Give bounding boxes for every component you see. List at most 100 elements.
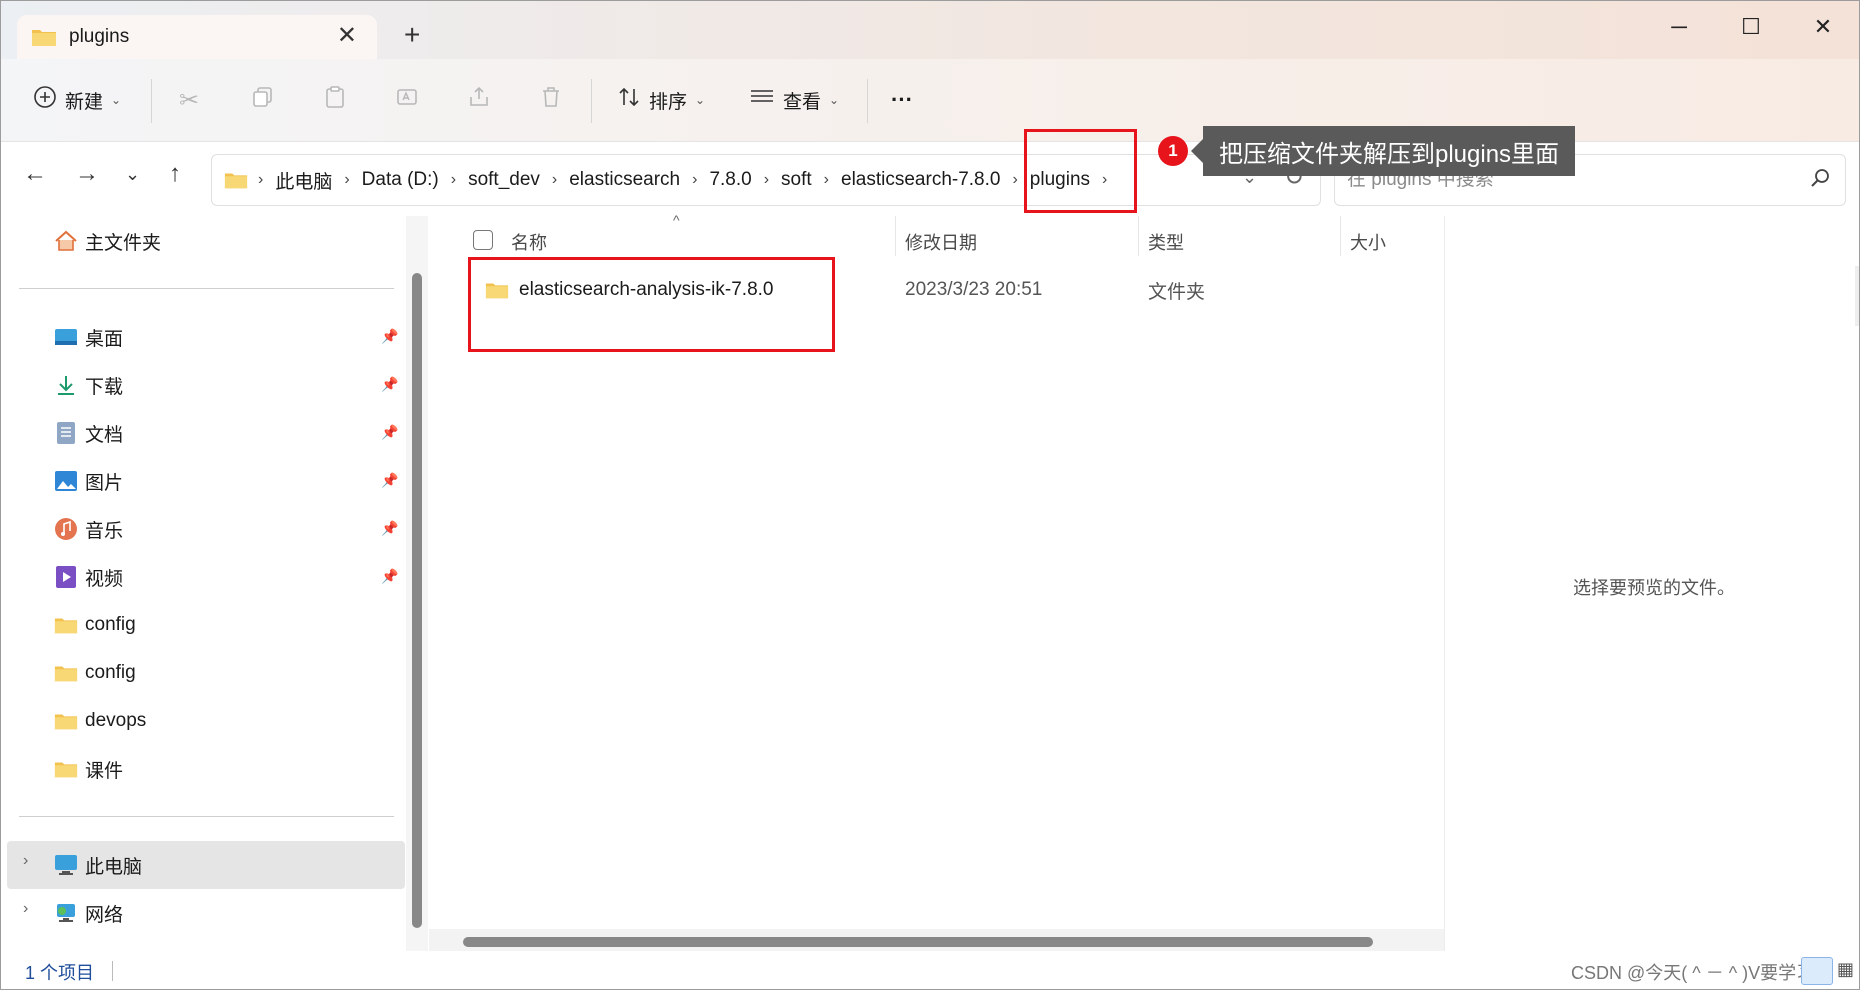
close-button[interactable]: ✕ (1793, 9, 1853, 45)
details-view-icon[interactable] (1801, 957, 1833, 985)
more-options-button[interactable]: ··· (891, 81, 913, 119)
toolbar-divider (151, 79, 152, 123)
breadcrumb-separator-icon[interactable]: › (764, 171, 769, 189)
breadcrumb: › 此电脑 › Data (D:) › soft_dev › elasticse… (224, 155, 1119, 205)
pin-icon[interactable]: 📌 (381, 328, 398, 345)
column-header-size[interactable]: 大小 (1350, 222, 1386, 262)
document-icon (53, 421, 79, 445)
breadcrumb-separator-icon[interactable]: › (824, 171, 829, 189)
recent-locations-chevron-icon[interactable]: ⌄ (125, 164, 140, 185)
breadcrumb-elasticsearch-780[interactable]: elasticsearch-7.8.0 (841, 169, 1000, 191)
new-tab-button[interactable]: + (404, 19, 420, 51)
sidebar-item-this-pc[interactable]: 此电脑 (53, 845, 142, 885)
column-header-date[interactable]: 修改日期 (905, 222, 977, 262)
forward-arrow-icon[interactable]: → (75, 160, 99, 188)
trash-icon (539, 85, 563, 115)
maximize-button[interactable]: ☐ (1721, 9, 1781, 45)
breadcrumb-data-drive[interactable]: Data (D:) (362, 169, 439, 191)
preview-scrollbar[interactable] (1855, 266, 1859, 326)
pin-icon[interactable]: 📌 (381, 424, 398, 441)
breadcrumb-separator-icon[interactable]: › (344, 171, 349, 189)
column-header-label: 大小 (1350, 233, 1386, 253)
column-header-label: 修改日期 (905, 233, 977, 253)
column-separator[interactable] (1340, 216, 1341, 256)
more-icon: ··· (891, 87, 913, 112)
breadcrumb-separator-icon[interactable]: › (1012, 171, 1017, 189)
breadcrumb-separator-icon[interactable]: › (258, 171, 263, 189)
pictures-icon (53, 469, 79, 493)
sidebar-scrollbar-thumb[interactable] (412, 273, 422, 928)
rename-button[interactable] (395, 81, 419, 119)
file-name: elasticsearch-analysis-ik-7.8.0 (519, 279, 774, 300)
breadcrumb-this-pc[interactable]: 此电脑 (275, 167, 332, 194)
pin-icon[interactable]: 📌 (381, 520, 398, 537)
share-button[interactable] (467, 81, 491, 119)
tab-close-button[interactable]: ✕ (337, 21, 357, 50)
column-header-name[interactable]: 名称 (511, 222, 547, 262)
column-header-type[interactable]: 类型 (1148, 222, 1184, 262)
address-row: ← → ⌄ ↑ › 此电脑 › Data (D:) › soft_dev › e… (1, 142, 1859, 216)
sidebar-item-music[interactable]: 音乐 (53, 509, 123, 549)
select-all-checkbox[interactable] (473, 230, 493, 250)
folder-icon (53, 709, 79, 733)
view-button[interactable]: 查看 ⌄ (749, 81, 839, 119)
rename-icon (395, 85, 419, 115)
tiles-view-icon[interactable]: ▦ (1837, 959, 1854, 980)
sidebar-item-courseware[interactable]: 课件 (53, 749, 123, 789)
sidebar-item-config-2[interactable]: config (53, 653, 136, 693)
file-type: 文件夹 (1148, 281, 1206, 303)
clipboard-icon (323, 85, 347, 115)
sidebar-item-documents[interactable]: 文档 (53, 413, 123, 453)
sidebar-item-videos[interactable]: 视频 (53, 557, 123, 597)
breadcrumb-soft[interactable]: soft (781, 169, 812, 191)
copy-button[interactable] (251, 81, 275, 119)
sidebar-item-pictures[interactable]: 图片 (53, 461, 123, 501)
expand-chevron-icon[interactable]: › (23, 900, 28, 918)
folder-icon (485, 280, 509, 300)
back-arrow-icon[interactable]: ← (23, 160, 47, 188)
address-bar[interactable]: › 此电脑 › Data (D:) › soft_dev › elasticse… (211, 154, 1321, 206)
sidebar-item-home[interactable]: 主文件夹 (53, 221, 161, 261)
sidebar-item-desktop[interactable]: 桌面 (53, 317, 123, 357)
minimize-button[interactable]: ─ (1649, 9, 1709, 45)
sort-button[interactable]: 排序 ⌄ (617, 81, 705, 119)
watermark-text: CSDN @今天( ^ － ^ )V要学习吗 (1571, 963, 1833, 983)
new-button[interactable]: 新建 ⌄ (33, 81, 121, 119)
pin-icon[interactable]: 📌 (381, 568, 398, 585)
file-name-cell[interactable]: elasticsearch-analysis-ik-7.8.0 (485, 270, 774, 310)
pin-icon[interactable]: 📌 (381, 376, 398, 393)
up-arrow-icon[interactable]: ↑ (169, 160, 181, 188)
tab-plugins[interactable]: plugins ✕ (17, 15, 377, 59)
cut-button[interactable]: ✂ (179, 81, 199, 119)
breadcrumb-soft-dev[interactable]: soft_dev (468, 169, 540, 191)
breadcrumb-separator-icon[interactable]: › (552, 171, 557, 189)
column-separator[interactable] (1138, 216, 1139, 256)
breadcrumb-version[interactable]: 7.8.0 (709, 169, 751, 191)
breadcrumb-plugins[interactable]: plugins (1030, 169, 1090, 191)
table-row[interactable]: elasticsearch-analysis-ik-7.8.0 2023/3/2… (429, 270, 1444, 310)
view-button-label: 查看 (783, 91, 822, 113)
breadcrumb-separator-icon[interactable]: › (451, 171, 456, 189)
sidebar-item-downloads[interactable]: 下载 (53, 365, 123, 405)
toolbar-divider (591, 79, 592, 123)
preview-pane: 选择要预览的文件。 (1444, 216, 1859, 951)
file-explorer-window: plugins ✕ + ─ ☐ ✕ 新建 ⌄ ✂ 排序 ⌄ 查看 ⌄ ··· ←… (0, 0, 1860, 990)
annotation-number-badge: 1 (1158, 136, 1188, 166)
breadcrumb-elasticsearch[interactable]: elasticsearch (569, 169, 680, 191)
computer-icon (53, 853, 79, 877)
pin-icon[interactable]: 📌 (381, 472, 398, 489)
breadcrumb-separator-icon[interactable]: › (1102, 171, 1107, 189)
paste-button[interactable] (323, 81, 347, 119)
search-icon[interactable] (1809, 167, 1831, 195)
delete-button[interactable] (539, 81, 563, 119)
column-separator[interactable] (895, 216, 896, 256)
chevron-down-icon: ⌄ (111, 93, 122, 107)
sidebar-item-devops[interactable]: devops (53, 701, 146, 741)
sidebar-item-label: config (85, 662, 136, 683)
sidebar-item-network[interactable]: 网络 (53, 893, 123, 933)
horizontal-scrollbar-thumb[interactable] (463, 937, 1373, 947)
breadcrumb-separator-icon[interactable]: › (692, 171, 697, 189)
sidebar-item-config[interactable]: config (53, 605, 136, 645)
sidebar-item-label: 此电脑 (85, 856, 143, 878)
expand-chevron-icon[interactable]: › (23, 852, 28, 870)
